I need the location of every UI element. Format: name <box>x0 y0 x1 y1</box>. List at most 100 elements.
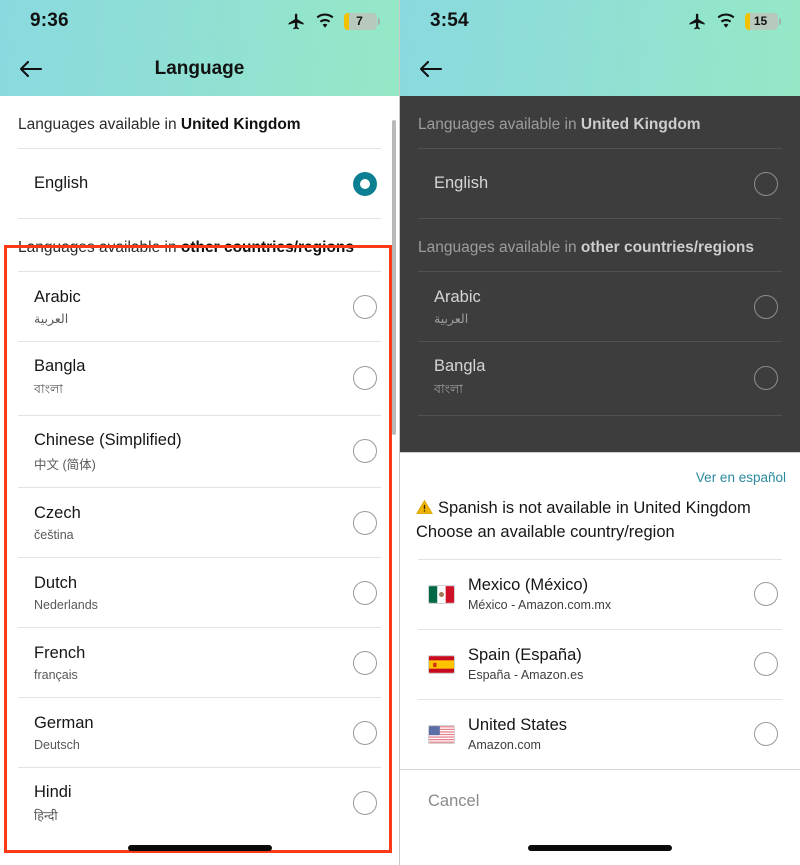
mexico-flag-icon <box>428 584 455 604</box>
country-row-spain[interactable]: Spain (España) España - Amazon.es <box>400 630 800 699</box>
radio-button[interactable] <box>353 510 377 535</box>
radio-button[interactable] <box>353 439 377 464</box>
back-button[interactable] <box>14 52 48 86</box>
language-name: French <box>34 644 86 663</box>
language-row-czech[interactable]: Czech čeština <box>0 488 399 557</box>
home-indicator <box>528 845 672 851</box>
section-country: other countries/regions <box>180 239 355 256</box>
language-row-english: English <box>400 149 800 218</box>
language-row-bangla[interactable]: Bangla বাংলা <box>0 342 399 415</box>
language-name: Bangla <box>434 357 486 375</box>
country-name: Mexico (México) <box>468 576 589 595</box>
language-name: Arabic <box>434 287 481 306</box>
airplane-mode-icon <box>689 13 705 29</box>
language-row-german[interactable]: German Deutsch <box>0 698 399 767</box>
language-native-name: français <box>34 668 78 683</box>
language-row-english[interactable]: English <box>0 149 399 218</box>
section-header-uk: Languages available in United Kingdom <box>0 96 399 148</box>
status-bar: 3:54 15 <box>400 0 800 42</box>
language-name: Czech <box>34 504 81 523</box>
radio-button <box>754 294 778 319</box>
nav-bar <box>400 42 800 96</box>
language-native-name: हिन्दी <box>34 808 58 823</box>
language-name: Dutch <box>34 574 78 593</box>
wifi-icon <box>316 13 334 28</box>
status-icons: 7 <box>287 12 380 31</box>
battery-icon: 7 <box>344 12 380 30</box>
airplane-mode-icon <box>288 13 304 29</box>
language-list: Languages available in United Kingdom En… <box>0 96 399 838</box>
language-row-arabic[interactable]: Arabic العربية <box>0 272 399 341</box>
country-domain: España - Amazon.es <box>468 668 584 683</box>
radio-button[interactable] <box>754 582 778 607</box>
country-domain: Amazon.com <box>468 738 541 753</box>
country-name: United States <box>468 716 568 735</box>
language-native-name: العربية <box>34 312 69 327</box>
language-native-name: বাংলা <box>34 381 63 396</box>
radio-button-selected[interactable] <box>353 171 377 196</box>
language-row-bangla: Bangla বাংলা <box>400 342 800 415</box>
language-name: English <box>434 174 489 193</box>
sheet-message-line1: Spanish is not available in United Kingd… <box>438 499 751 517</box>
section-header-other: Languages available in other countries/r… <box>400 219 800 271</box>
language-native-name: 中文 (简体) <box>34 458 96 473</box>
language-row-french[interactable]: French français <box>0 628 399 697</box>
screenshot-pair: 9:36 7 Language Languages available in U… <box>0 0 800 865</box>
home-indicator <box>127 845 272 851</box>
section-prefix: Languages available in <box>18 116 181 133</box>
radio-button[interactable] <box>754 652 778 677</box>
country-selection-sheet: Ver en español Spanish is not available … <box>400 452 800 865</box>
view-in-spanish-link[interactable]: Ver en español <box>696 470 786 485</box>
country-row-united-states[interactable]: United States Amazon.com <box>400 700 800 769</box>
language-native-name: বাংলা <box>434 381 463 396</box>
section-prefix: Languages available in <box>18 239 181 256</box>
language-row-hindi[interactable]: Hindi हिन्दी <box>0 768 399 838</box>
status-time: 3:54 <box>430 10 469 31</box>
language-row-arabic: Arabic العربية <box>400 272 800 341</box>
section-header-uk: Languages available in United Kingdom <box>400 96 800 148</box>
language-native-name: العربية <box>434 312 469 327</box>
battery-level: 15 <box>753 14 768 28</box>
language-row-dutch[interactable]: Dutch Nederlands <box>0 558 399 627</box>
arrow-left-icon <box>19 60 43 78</box>
language-native-name: čeština <box>34 528 74 543</box>
scrollbar-thumb[interactable] <box>392 120 396 435</box>
phone-screen-left: 9:36 7 Language Languages available in U… <box>0 0 400 865</box>
language-native-name: Deutsch <box>34 738 80 753</box>
section-prefix: Languages available in <box>418 239 581 256</box>
radio-button[interactable] <box>353 650 377 675</box>
language-name: Chinese (Simplified) <box>34 430 182 449</box>
language-name: English <box>34 174 89 193</box>
status-bar: 9:36 7 <box>0 0 399 42</box>
language-name: German <box>34 714 94 733</box>
radio-button[interactable] <box>353 580 377 605</box>
country-domain: México - Amazon.com.mx <box>468 598 612 613</box>
status-icons: 15 <box>688 12 781 31</box>
radio-button[interactable] <box>353 366 377 391</box>
radio-button[interactable] <box>754 722 778 747</box>
battery-icon: 15 <box>745 12 781 30</box>
radio-button[interactable] <box>353 791 377 816</box>
language-name: Bangla <box>34 357 86 375</box>
country-name: Spain (España) <box>468 646 582 665</box>
language-row-chinese-simplified[interactable]: Chinese (Simplified) 中文 (简体) <box>0 416 399 488</box>
radio-button[interactable] <box>353 720 377 745</box>
page-title: Language <box>154 58 245 79</box>
back-button[interactable] <box>414 52 448 86</box>
nav-bar: Language <box>0 42 399 96</box>
section-country: other countries/regions <box>580 239 755 256</box>
language-native-name: Nederlands <box>34 598 98 613</box>
section-prefix: Languages available in <box>418 116 581 133</box>
sheet-message: Spanish is not available in United Kingd… <box>400 487 800 559</box>
country-row-mexico[interactable]: Mexico (México) México - Amazon.com.mx <box>400 560 800 629</box>
radio-button <box>754 171 778 196</box>
status-time: 9:36 <box>30 10 69 31</box>
radio-button[interactable] <box>353 294 377 319</box>
wifi-icon <box>717 13 735 28</box>
divider <box>418 414 782 416</box>
arrow-left-icon <box>419 60 443 78</box>
language-name: Arabic <box>34 287 81 306</box>
cancel-button[interactable]: Cancel <box>428 792 479 810</box>
spain-flag-icon <box>428 654 455 674</box>
radio-button <box>754 366 778 391</box>
